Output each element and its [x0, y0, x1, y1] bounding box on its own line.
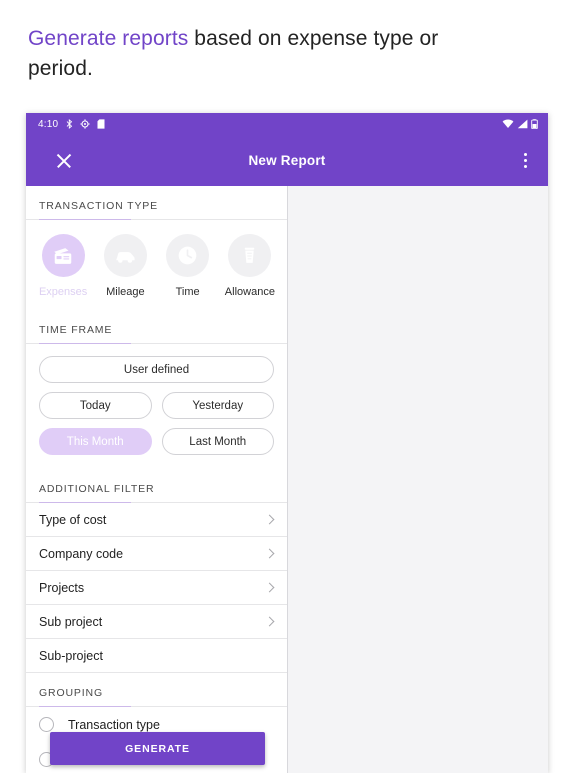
transaction-type-label: Time: [175, 286, 200, 298]
sim-icon: [97, 119, 105, 129]
status-left-icons: [66, 119, 105, 129]
page-headline: Generate reports based on expense type o…: [28, 24, 508, 84]
filter-row-company-code[interactable]: Company code: [26, 537, 287, 571]
transaction-type-label: Expenses: [38, 286, 88, 298]
phone-body: TRANSACTION TYPE Expenses Mileage Time A…: [26, 186, 548, 773]
time-frame-this-month[interactable]: This Month: [39, 428, 152, 455]
app-bar: New Report: [26, 135, 548, 186]
time-frame-today[interactable]: Today: [39, 392, 152, 419]
transaction-type-label: Mileage: [106, 286, 145, 298]
bluetooth-icon: [66, 119, 73, 129]
time-frame-row-3: This Month Last Month: [39, 428, 274, 455]
time-frame-last-month[interactable]: Last Month: [161, 428, 274, 455]
section-header-grouping: GROUPING: [26, 673, 287, 707]
time-frame-options: User defined Today Yesterday This Month …: [26, 344, 287, 469]
transaction-type-label: Allowance: [224, 286, 275, 298]
transaction-type-allowance[interactable]: Allowance: [219, 234, 281, 298]
status-time: 4:10: [38, 118, 59, 130]
app-bar-title: New Report: [248, 153, 326, 168]
transaction-type-row: Expenses Mileage Time Allowance: [26, 220, 287, 310]
battery-icon: [531, 119, 538, 129]
clock-icon: [166, 234, 210, 277]
time-frame-row-2: Today Yesterday: [39, 392, 274, 419]
section-header-transaction-type: TRANSACTION TYPE: [26, 186, 287, 220]
chevron-right-icon: [264, 616, 275, 627]
filter-label: Type of cost: [39, 512, 107, 527]
transaction-type-time[interactable]: Time: [157, 234, 219, 298]
status-bar: 4:10: [26, 113, 548, 135]
grouping-label: Transaction type: [68, 717, 160, 732]
transaction-type-mileage[interactable]: Mileage: [94, 234, 156, 298]
chevron-right-icon: [264, 548, 275, 559]
filter-label: Sub project: [39, 614, 103, 629]
overflow-menu-icon[interactable]: [516, 150, 534, 172]
filter-row-type-of-cost[interactable]: Type of cost: [26, 503, 287, 537]
signal-icon: [517, 119, 528, 129]
filter-row-sub-project-alt[interactable]: Sub-project: [26, 639, 287, 673]
filter-label: Projects: [39, 580, 85, 595]
time-frame-user-defined[interactable]: User defined: [39, 356, 274, 383]
form-panel: TRANSACTION TYPE Expenses Mileage Time A…: [26, 186, 288, 773]
status-right-icons: [502, 119, 538, 129]
filter-row-sub-project[interactable]: Sub project: [26, 605, 287, 639]
filter-row-projects[interactable]: Projects: [26, 571, 287, 605]
chevron-right-icon: [264, 582, 275, 593]
time-frame-yesterday[interactable]: Yesterday: [161, 392, 274, 419]
phone-mockup: 4:10 New Report TRANSACTION TYPE Expense…: [26, 113, 548, 773]
cup-icon: [228, 234, 272, 277]
car-icon: [103, 234, 147, 277]
location-icon: [80, 119, 90, 129]
additional-filter-list: Type of cost Company code Projects Sub p…: [26, 503, 287, 673]
credit-card-icon: [41, 234, 85, 277]
wifi-icon: [502, 119, 514, 128]
close-icon[interactable]: [53, 150, 75, 172]
headline-accent: Generate reports: [28, 27, 189, 50]
time-frame-row-1: User defined: [39, 356, 274, 383]
chevron-right-icon: [264, 514, 275, 525]
radio-icon[interactable]: [39, 717, 54, 732]
filter-label: Company code: [39, 546, 124, 561]
detail-panel-empty: [288, 186, 548, 773]
transaction-type-expenses[interactable]: Expenses: [32, 234, 94, 298]
section-header-time-frame: TIME FRAME: [26, 310, 287, 344]
section-header-additional-filter: ADDITIONAL FILTER: [26, 469, 287, 503]
generate-button[interactable]: GENERATE: [50, 732, 265, 765]
filter-label: Sub-project: [39, 648, 103, 663]
